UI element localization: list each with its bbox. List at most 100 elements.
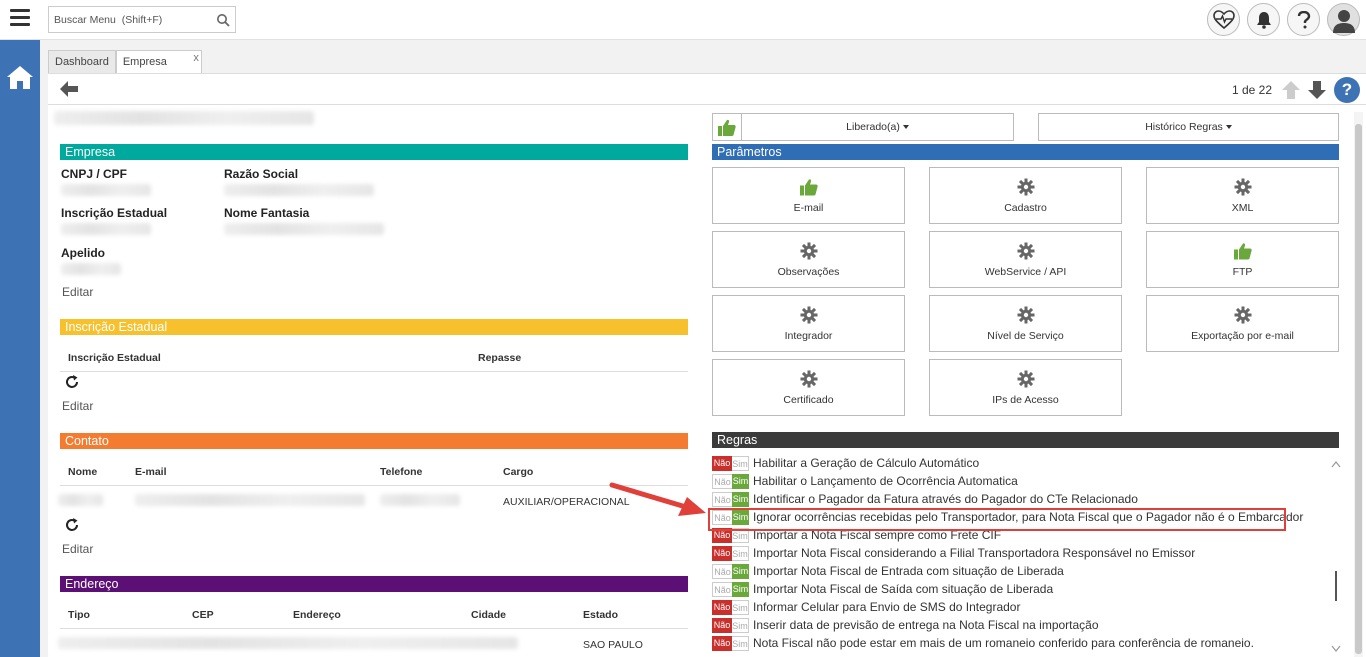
- gear-icon: [1234, 178, 1251, 195]
- nao-sim-toggle[interactable]: Não Sim: [712, 617, 749, 633]
- help-button[interactable]: [1287, 3, 1320, 36]
- param-tile[interactable]: FTP: [1146, 231, 1339, 288]
- nao-sim-toggle[interactable]: Não Sim: [712, 455, 749, 471]
- nao-sim-toggle[interactable]: Não Sim: [712, 563, 749, 579]
- regra-row: Não Sim Importar Nota Fiscal de Saída com …: [712, 580, 1338, 598]
- main-scrollbar[interactable]: [1354, 112, 1363, 657]
- param-tile[interactable]: IPs de Acesso: [929, 359, 1122, 416]
- scrollbar-thumb[interactable]: [1355, 124, 1362, 654]
- param-tile[interactable]: Observações: [712, 231, 905, 288]
- edit-contato-link[interactable]: Editar: [62, 542, 93, 556]
- param-tile[interactable]: WebService / API: [929, 231, 1122, 288]
- regra-label: Habilitar o Lançamento de Ocorrência Aut…: [753, 474, 1018, 488]
- heartbeat-icon: [1212, 9, 1235, 29]
- arrow-down-icon[interactable]: [1308, 81, 1326, 99]
- toggle-nao[interactable]: Não: [712, 617, 732, 633]
- liberado-label: Liberado(a): [846, 121, 900, 133]
- search-box[interactable]: [48, 6, 236, 33]
- help-circle-button[interactable]: ?: [1334, 77, 1360, 103]
- liberado-dropdown[interactable]: Liberado(a): [741, 113, 1014, 141]
- param-tile[interactable]: Certificado: [712, 359, 905, 416]
- top-bar: [0, 0, 1366, 40]
- param-tile[interactable]: XML: [1146, 167, 1339, 224]
- nao-sim-toggle[interactable]: Não Sim: [712, 545, 749, 561]
- main-panel: 1 de 22 ? Empresa CNPJ / CPF Razão Socia…: [48, 73, 1366, 657]
- search-input[interactable]: [49, 7, 209, 32]
- search-icon[interactable]: [216, 13, 230, 27]
- menu-icon[interactable]: [10, 9, 30, 29]
- toggle-nao[interactable]: Não: [712, 581, 732, 597]
- toggle-sim[interactable]: Sim: [732, 581, 749, 597]
- toggle-sim[interactable]: Sim: [732, 473, 749, 489]
- home-icon[interactable]: [6, 64, 34, 90]
- divider: [60, 371, 688, 372]
- section-regras-header: Regras: [712, 432, 1339, 448]
- col-telefone: Telefone: [380, 466, 423, 478]
- param-tile-label: Observações: [777, 265, 840, 278]
- toggle-nao[interactable]: Não: [712, 491, 732, 507]
- toggle-sim[interactable]: Sim: [732, 563, 749, 579]
- toggle-nao[interactable]: Não: [712, 599, 732, 615]
- regra-label: Importar Nota Fiscal de Saída com situaç…: [753, 582, 1054, 596]
- toggle-sim[interactable]: Sim: [732, 455, 749, 471]
- param-tile-label: FTP: [1232, 265, 1253, 278]
- param-tile[interactable]: Cadastro: [929, 167, 1122, 224]
- gear-icon: [800, 370, 817, 387]
- toggle-sim[interactable]: Sim: [732, 545, 749, 561]
- user-avatar[interactable]: [1327, 3, 1360, 36]
- redacted-company-name: [54, 111, 314, 125]
- refresh-icon[interactable]: [64, 517, 80, 533]
- nao-sim-toggle[interactable]: Não Sim: [712, 491, 749, 507]
- user-icon: [1332, 9, 1355, 33]
- divider: [60, 485, 688, 486]
- param-tile[interactable]: E-mail: [712, 167, 905, 224]
- toggle-nao[interactable]: Não: [712, 635, 732, 651]
- tab-dashboard[interactable]: Dashboard: [48, 50, 116, 74]
- regra-row: Não Sim Informar Celular para Envio de SMS…: [712, 598, 1338, 616]
- notifications-button[interactable]: [1247, 3, 1280, 36]
- back-arrow-icon[interactable]: [60, 81, 78, 97]
- arrow-up-icon[interactable]: [1282, 81, 1300, 99]
- historico-regras-dropdown[interactable]: Histórico Regras: [1038, 113, 1339, 141]
- param-tile[interactable]: Exportação por e-mail: [1146, 295, 1339, 352]
- toggle-sim[interactable]: Sim: [732, 635, 749, 651]
- regra-row: Não Sim Identificar o Pagador da Fatura at…: [712, 490, 1338, 508]
- col-email: E-mail: [135, 466, 167, 478]
- toggle-nao[interactable]: Não: [712, 545, 732, 561]
- divider: [48, 104, 1366, 105]
- param-tile[interactable]: Nível de Serviço: [929, 295, 1122, 352]
- param-tile-label: Nível de Serviço: [987, 329, 1064, 342]
- regras-scrollbar[interactable]: [1330, 459, 1342, 654]
- nao-sim-toggle[interactable]: Não Sim: [712, 581, 749, 597]
- refresh-icon[interactable]: [64, 374, 80, 390]
- bell-icon: [1256, 11, 1271, 29]
- toggle-sim[interactable]: Sim: [732, 599, 749, 615]
- close-tab-icon[interactable]: x: [193, 52, 199, 64]
- regra-row: Não Sim Habilitar o Lançamento de Ocorrênc…: [712, 472, 1338, 490]
- liberado-status-icon[interactable]: [712, 113, 741, 141]
- historico-label: Histórico Regras: [1145, 121, 1223, 133]
- param-tile[interactable]: Integrador: [712, 295, 905, 352]
- toggle-nao[interactable]: Não: [712, 455, 732, 471]
- endereco-estado: SAO PAULO: [583, 639, 643, 651]
- nao-sim-toggle[interactable]: Não Sim: [712, 473, 749, 489]
- edit-empresa-link[interactable]: Editar: [62, 285, 93, 299]
- redacted-contato-email: [135, 494, 365, 506]
- col-estado: Estado: [583, 609, 619, 621]
- param-tile-label: Cadastro: [1004, 201, 1047, 214]
- nao-sim-toggle[interactable]: Não Sim: [712, 635, 749, 651]
- nao-sim-toggle[interactable]: Não Sim: [712, 599, 749, 615]
- redacted-nome-fantasia: [224, 223, 384, 235]
- regra-label: Habilitar a Geração de Cálculo Automátic…: [753, 456, 980, 470]
- toggle-nao[interactable]: Não: [712, 563, 732, 579]
- param-tile-label: E-mail: [793, 201, 824, 214]
- cnpj-label: CNPJ / CPF: [61, 167, 128, 181]
- edit-inscricao-link[interactable]: Editar: [62, 399, 93, 413]
- toggle-sim[interactable]: Sim: [732, 491, 749, 507]
- razao-social-label: Razão Social: [224, 167, 299, 181]
- health-button[interactable]: [1207, 3, 1240, 36]
- regra-label: Informar Celular para Envio de SMS do In…: [753, 600, 1021, 614]
- tab-empresa[interactable]: Empresa x: [115, 50, 202, 75]
- toggle-sim[interactable]: Sim: [732, 617, 749, 633]
- toggle-nao[interactable]: Não: [712, 473, 732, 489]
